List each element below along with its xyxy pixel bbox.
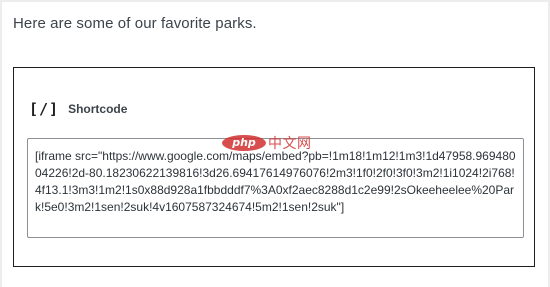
paragraph-block[interactable]: Here are some of our favorite parks. <box>13 15 257 32</box>
watermark: php 中文网 <box>222 133 312 153</box>
editor-frame-top <box>0 0 550 2</box>
shortcode-icon: [/] <box>29 100 60 118</box>
shortcode-block-title: Shortcode <box>68 102 128 116</box>
watermark-text: 中文网 <box>268 136 312 152</box>
shortcode-textarea[interactable]: [iframe src="https://www.google.com/maps… <box>27 138 524 238</box>
php-logo-icon: php <box>222 135 266 151</box>
shortcode-block[interactable]: [/] Shortcode [iframe src="https://www.g… <box>13 67 535 267</box>
editor-frame-left <box>0 0 2 287</box>
shortcode-block-header: [/] Shortcode <box>29 100 127 118</box>
